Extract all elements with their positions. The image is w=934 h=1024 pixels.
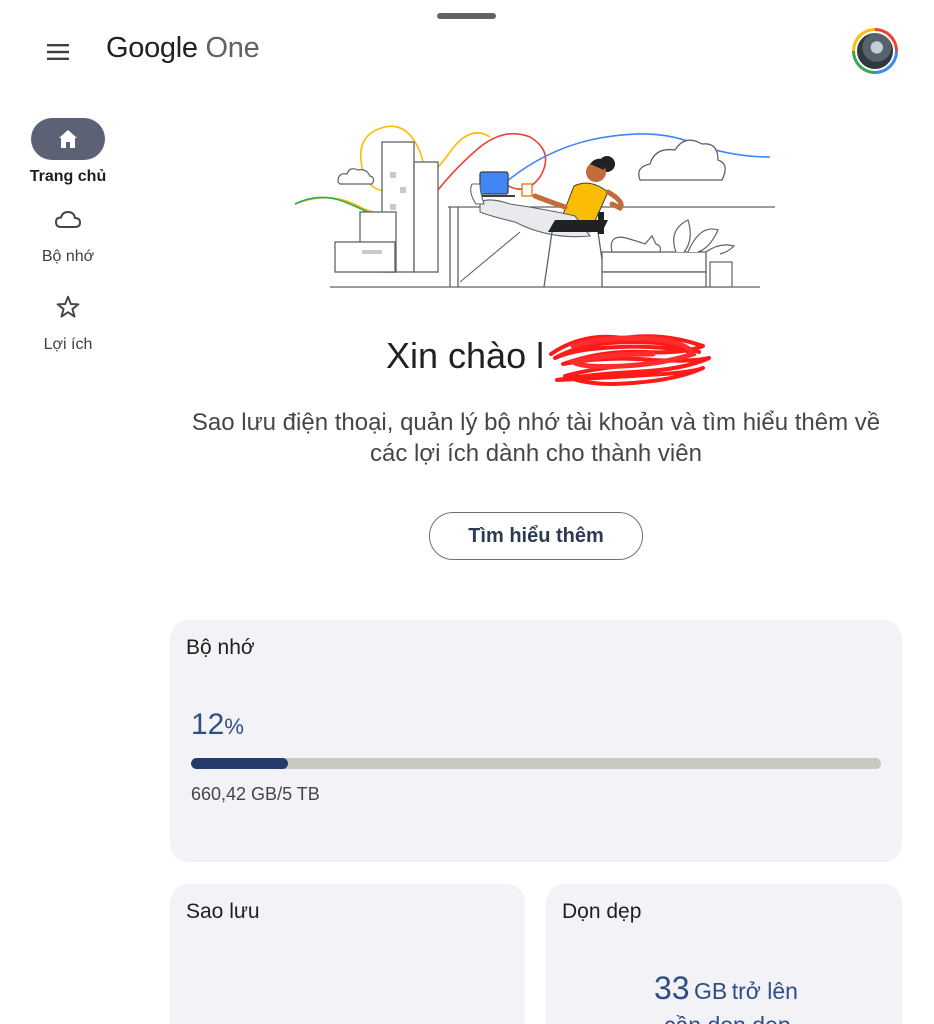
logo-google: Google — [106, 32, 198, 64]
storage-card-title: Bộ nhớ — [186, 636, 255, 659]
storage-percent-value: 12 — [191, 708, 225, 741]
account-avatar[interactable] — [852, 28, 898, 74]
cleanup-amount-unit: GB — [694, 978, 728, 1004]
star-icon — [56, 295, 80, 318]
hero-subtitle: Sao lưu điện thoại, quản lý bộ nhớ tài k… — [191, 409, 881, 467]
nav-storage-indicator — [31, 198, 105, 240]
storage-progress-bar — [191, 758, 881, 769]
drag-handle[interactable] — [437, 13, 496, 19]
cleanup-amount-suffix: trở lên — [731, 978, 798, 1004]
backup-card[interactable]: Sao lưu — [170, 884, 525, 1024]
avatar-image — [855, 31, 895, 71]
cleanup-subtext: cần dọn dẹp — [664, 1012, 791, 1024]
nav-benefits-indicator — [31, 286, 105, 328]
storage-percent: 12% — [191, 708, 244, 742]
storage-usage-text: 660,42 GB/5 TB — [191, 784, 320, 804]
home-icon — [59, 130, 77, 148]
welcome-illustration — [294, 125, 775, 288]
storage-card[interactable]: Bộ nhớ 12% 660,42 GB/5 TB — [170, 620, 902, 862]
nav-item-storage[interactable]: Bộ nhớ — [0, 198, 136, 286]
greeting-heading: Xin chào l — [386, 335, 545, 376]
cloud-icon — [54, 210, 82, 228]
google-one-logo: Google One — [106, 32, 260, 65]
nav-label-benefits: Lợi ích — [43, 336, 93, 353]
redaction-scribble — [549, 334, 711, 386]
nav-label-home: Trang chủ — [29, 168, 107, 185]
nav-item-benefits[interactable]: Lợi ích — [0, 286, 136, 374]
backup-card-title: Sao lưu — [186, 900, 260, 923]
nav-item-home[interactable]: Trang chủ — [0, 110, 136, 198]
cleanup-amount: 33 GB trở lên — [654, 970, 798, 1007]
cleanup-card-title: Dọn dẹp — [562, 900, 642, 923]
cleanup-card[interactable]: Dọn dẹp 33 GB trở lên cần dọn dẹp — [546, 884, 902, 1024]
menu-button[interactable] — [40, 34, 76, 70]
storage-progress-fill — [191, 758, 288, 769]
learn-more-button[interactable]: Tìm hiểu thêm — [429, 512, 643, 560]
cleanup-amount-value: 33 — [654, 970, 690, 1006]
nav-home-indicator — [31, 118, 105, 160]
navigation-rail: Trang chủ Bộ nhớ Lợi ích — [0, 110, 136, 374]
nav-label-storage: Bộ nhớ — [41, 248, 95, 265]
menu-icon — [47, 44, 69, 60]
storage-percent-symbol: % — [224, 714, 244, 739]
logo-one: One — [205, 32, 260, 64]
